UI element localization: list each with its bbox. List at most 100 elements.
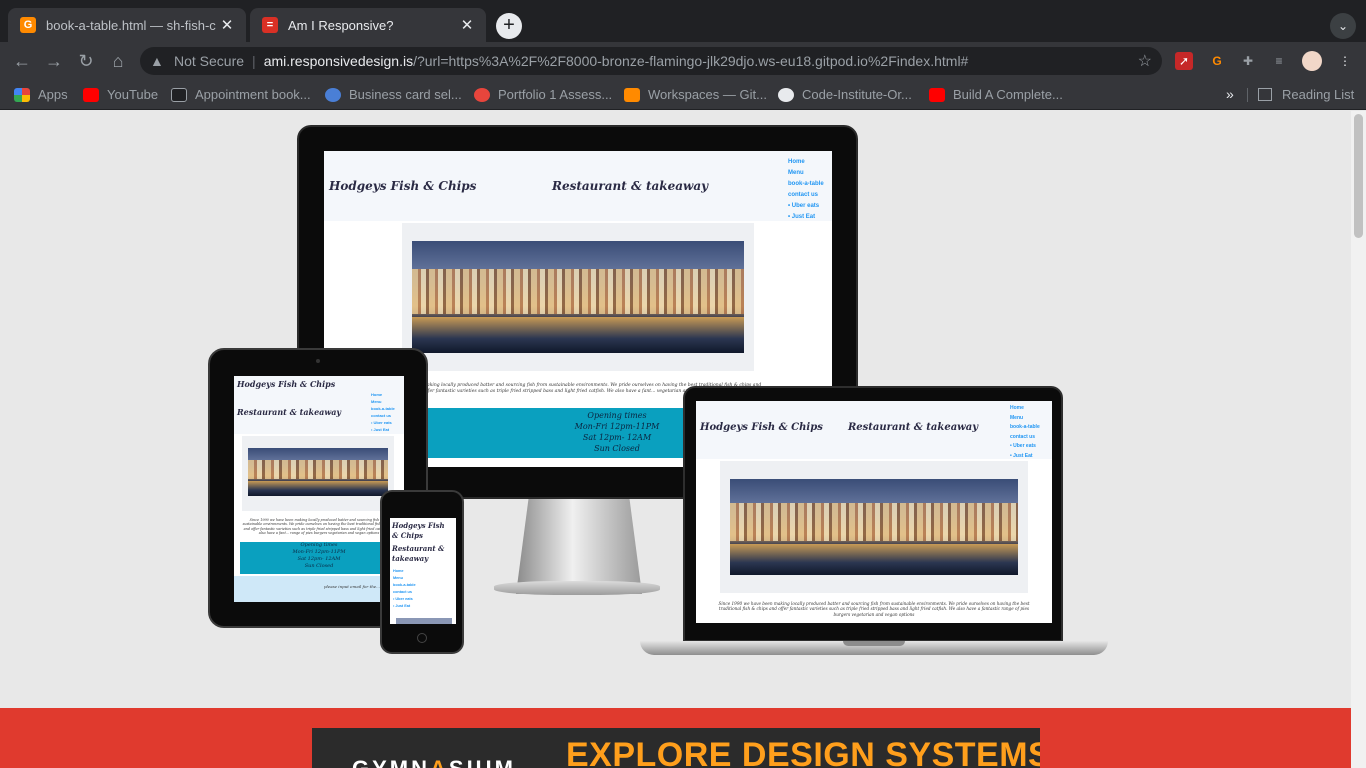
photo-town bbox=[412, 269, 744, 314]
bookmark-workspaces[interactable]: Workspaces — Git... bbox=[624, 87, 767, 102]
nav-label: Just Eat bbox=[791, 214, 816, 220]
bookmark-label: Portfolio 1 Assess... bbox=[498, 87, 613, 102]
nav-book-a-table[interactable]: book-a-table bbox=[788, 179, 824, 190]
opening-sun: Sun Closed bbox=[304, 563, 334, 569]
advertisement[interactable]: GYMNASIUM EXPLORE DESIGN SYSTEMS bbox=[312, 728, 1040, 768]
tablet-preview[interactable]: Hodgeys Fish & Chips Restaurant & takeaw… bbox=[234, 376, 404, 602]
laptop-notch bbox=[843, 641, 905, 646]
bookmark-label: Apps bbox=[38, 87, 68, 102]
nav-contact-us[interactable]: contact us bbox=[788, 190, 824, 201]
bookmark-label: YouTube bbox=[107, 87, 159, 102]
site-nav: Home Menu book-a-table contact us • Uber… bbox=[1010, 404, 1040, 461]
new-tab-button[interactable]: + bbox=[496, 13, 522, 39]
github-icon bbox=[778, 87, 794, 102]
photo-water bbox=[730, 544, 1018, 575]
forward-icon[interactable]: → bbox=[42, 50, 66, 72]
reload-icon[interactable]: ↻ bbox=[74, 50, 98, 72]
bookmark-star-icon[interactable]: ☆ bbox=[1138, 51, 1152, 71]
bookmark-code-institute[interactable]: Code-Institute-Or... bbox=[778, 87, 912, 102]
nav-menu[interactable]: Menu bbox=[1010, 414, 1040, 424]
site-tagline: Restaurant & takeaway bbox=[848, 422, 979, 433]
nav-uber-eats[interactable]: • Uber eats bbox=[788, 201, 824, 212]
nav-book-a-table[interactable]: book-a-table bbox=[371, 405, 395, 412]
site-brand: Hodgeys Fish & Chips bbox=[700, 422, 823, 433]
nav-just-eat[interactable]: • Just Eat bbox=[371, 426, 395, 433]
close-icon[interactable]: ✕ bbox=[218, 16, 236, 34]
home-icon[interactable]: ⌂ bbox=[106, 50, 130, 72]
email-section: please input email for the... bbox=[234, 576, 404, 602]
nav-contact-us[interactable]: contact us bbox=[1010, 433, 1040, 443]
phone-preview[interactable]: Hodgeys Fish & Chips Restaurant & takeaw… bbox=[390, 518, 456, 624]
site-header: Hodgeys Fish & Chips Restaurant & takeaw… bbox=[234, 376, 404, 434]
nav-uber-eats[interactable]: • Uber eats bbox=[393, 596, 416, 603]
hero-card bbox=[720, 461, 1028, 593]
nav-just-eat[interactable]: • Just Eat bbox=[393, 603, 416, 610]
bookmark-label: Business card sel... bbox=[349, 87, 462, 102]
ad-brand: GYMNASIUM bbox=[352, 756, 516, 768]
phone-device-frame: Hodgeys Fish & Chips Restaurant & takeaw… bbox=[380, 490, 464, 654]
portfolio-icon bbox=[474, 87, 490, 102]
nav-uber-eats[interactable]: • Uber eats bbox=[1010, 442, 1040, 452]
opening-sat: Sat 12pm- 12AM bbox=[297, 556, 341, 562]
bookmark-youtube[interactable]: YouTube bbox=[83, 87, 158, 102]
site-nav: Home Menu book-a-table contact us • Uber… bbox=[393, 568, 416, 610]
ad-brand-accent: A bbox=[430, 756, 449, 768]
nav-label: Just Eat bbox=[1013, 452, 1033, 459]
security-warning[interactable]: Not Secure bbox=[174, 53, 244, 69]
extension-arrow-icon[interactable]: ➚ bbox=[1175, 52, 1193, 70]
gitpod-extension-icon[interactable]: G bbox=[1208, 52, 1226, 70]
imac-foot bbox=[494, 581, 660, 595]
nav-contact-us[interactable]: contact us bbox=[371, 412, 395, 419]
nav-menu[interactable]: Menu bbox=[371, 398, 395, 405]
bookmark-label: Code-Institute-Or... bbox=[802, 87, 912, 102]
bookmark-portfolio[interactable]: Portfolio 1 Assess... bbox=[474, 87, 612, 102]
bookmark-appointment[interactable]: Appointment book... bbox=[171, 87, 311, 102]
nav-home[interactable]: Home bbox=[393, 568, 416, 575]
tab-book-a-table[interactable]: G book-a-table.html — sh-fish-c ✕ bbox=[8, 8, 246, 42]
bookmark-build-complete[interactable]: Build A Complete... bbox=[929, 87, 1063, 102]
bookmark-label: Appointment book... bbox=[195, 87, 311, 102]
photo-town bbox=[730, 503, 1018, 542]
scrollbar-thumb[interactable] bbox=[1354, 114, 1363, 238]
address-bar[interactable]: ▲ Not Secure | ami.responsivedesign.is /… bbox=[140, 47, 1162, 75]
page-scrollbar[interactable] bbox=[1351, 111, 1366, 768]
site-tagline: Restaurant & takeaway bbox=[237, 407, 342, 417]
business-card-icon bbox=[325, 87, 341, 102]
nav-home[interactable]: Home bbox=[788, 157, 824, 168]
nav-contact-us[interactable]: contact us bbox=[393, 589, 416, 596]
laptop-preview[interactable]: Hodgeys Fish & Chips Restaurant & takeaw… bbox=[696, 401, 1052, 623]
nav-book-a-table[interactable]: book-a-table bbox=[393, 582, 416, 589]
avatar[interactable] bbox=[1302, 51, 1322, 71]
back-icon[interactable]: ← bbox=[10, 50, 34, 72]
nav-menu[interactable]: Menu bbox=[393, 575, 416, 582]
nav-book-a-table[interactable]: book-a-table bbox=[1010, 423, 1040, 433]
ad-brand-part: GYMN bbox=[352, 756, 430, 768]
media-queue-icon[interactable]: ≡ bbox=[1270, 52, 1288, 70]
site-header: Hodgeys Fish & Chips Restaurant & takeaw… bbox=[324, 151, 832, 221]
bookmark-apps[interactable]: Apps bbox=[14, 87, 68, 102]
nav-just-eat[interactable]: • Just Eat bbox=[1010, 452, 1040, 462]
divider: | bbox=[252, 53, 256, 69]
nav-home[interactable]: Home bbox=[371, 391, 395, 398]
intro-text: Since 1990 we have been making locally p… bbox=[718, 601, 1030, 617]
nav-uber-eats[interactable]: • Uber eats bbox=[371, 419, 395, 426]
bookmarks-bar: Apps YouTube Appointment book... Busines… bbox=[0, 80, 1366, 110]
bookmark-business-card[interactable]: Business card sel... bbox=[325, 87, 462, 102]
nav-menu[interactable]: Menu bbox=[788, 168, 824, 179]
photo-water bbox=[248, 480, 388, 496]
tab-search-button[interactable]: ⌄ bbox=[1330, 13, 1356, 39]
harbour-photo-thumbnail bbox=[396, 618, 452, 624]
nav-home[interactable]: Home bbox=[1010, 404, 1040, 414]
tab-strip: G book-a-table.html — sh-fish-c ✕ = Am I… bbox=[0, 0, 1366, 42]
bookmarks-overflow-button[interactable]: » bbox=[1226, 86, 1234, 102]
harbour-photo bbox=[730, 479, 1018, 575]
close-icon[interactable]: ✕ bbox=[458, 16, 476, 34]
site-nav: Home Menu book-a-table contact us • Uber… bbox=[788, 157, 824, 223]
nav-just-eat[interactable]: • Just Eat bbox=[788, 212, 824, 223]
menu-kebab-icon[interactable]: ⋮ bbox=[1336, 52, 1354, 70]
reading-list-button[interactable]: Reading List bbox=[1258, 87, 1354, 102]
home-button-icon bbox=[417, 633, 427, 643]
site-brand: Hodgeys Fish & Chips bbox=[329, 179, 477, 193]
tab-am-i-responsive[interactable]: = Am I Responsive? ✕ bbox=[250, 8, 486, 42]
puzzle-extensions-icon[interactable]: ✚ bbox=[1239, 52, 1257, 70]
